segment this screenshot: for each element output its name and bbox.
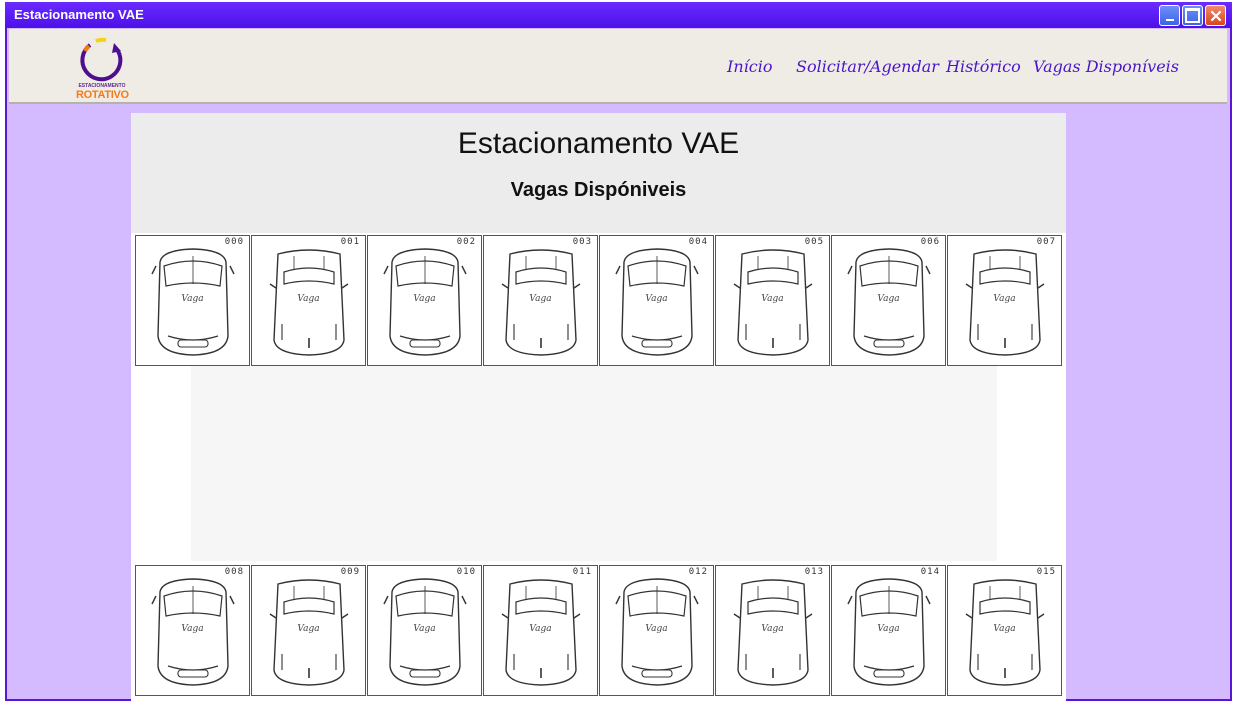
parking-spot[interactable]: 012 Vaga [599,565,714,696]
parking-spot[interactable]: 005 Vaga [715,235,830,366]
spot-label: Vaga [297,294,320,304]
parking-spot[interactable]: 014 Vaga [831,565,946,696]
parking-spot[interactable]: 003 Vaga [483,235,598,366]
app-window: Estacionamento VAE ESTACIONAMENTO ROTATI… [5,2,1232,701]
spot-label: Vaga [413,624,436,634]
spot-number: 001 [340,237,360,247]
title-bar[interactable]: Estacionamento VAE [5,2,1232,28]
spot-label: Vaga [645,294,668,304]
parking-spot[interactable]: 013 Vaga [715,565,830,696]
parking-spot[interactable]: 006 Vaga [831,235,946,366]
nav-link-solicitar-agendar[interactable]: Solicitar/Agendar [796,57,939,76]
spot-label: Vaga [877,294,900,304]
spot-number: 002 [456,237,476,247]
spot-number: 010 [456,567,476,577]
parking-lane [191,366,997,561]
parking-spot[interactable]: 004 Vaga [599,235,714,366]
spot-label: Vaga [761,624,784,634]
close-button[interactable] [1205,5,1226,26]
close-icon [1210,10,1221,21]
window-title: Estacionamento VAE [14,7,144,22]
parking-row-bottom: 008 Vaga 009 Vaga 010 Vaga 011 Vaga 012 Vaga 013 Va… [135,565,1063,696]
parking-spot[interactable]: 002 Vaga [367,235,482,366]
parking-spot[interactable]: 001 Vaga [251,235,366,366]
spot-label: Vaga [761,294,784,304]
logo[interactable]: ESTACIONAMENTO ROTATIVO [76,37,129,101]
spot-number: 004 [688,237,708,247]
spot-number: 012 [688,567,708,577]
rotation-logo-icon [80,37,123,82]
spot-label: Vaga [877,624,900,634]
parking-row-top: 000 Vaga 001 Vaga 002 Vaga 003 Vaga 004 Vaga 005 Va… [135,235,1063,366]
parking-spot[interactable]: 011 Vaga [483,565,598,696]
spot-number: 005 [804,237,824,247]
spot-label: Vaga [993,624,1016,634]
parking-spot[interactable]: 009 Vaga [251,565,366,696]
spot-label: Vaga [181,294,204,304]
spot-number: 011 [572,567,592,577]
spot-number: 007 [1036,237,1056,247]
spot-label: Vaga [297,624,320,634]
minimize-button[interactable] [1159,5,1180,26]
spot-label: Vaga [413,294,436,304]
spot-label: Vaga [181,624,204,634]
parking-spot[interactable]: 008 Vaga [135,565,250,696]
spot-number: 000 [224,237,244,247]
nav-link-vagas-disponiveis[interactable]: Vagas Disponíveis [1033,57,1179,76]
spot-label: Vaga [529,624,552,634]
spot-number: 006 [920,237,940,247]
spot-number: 014 [920,567,940,577]
spot-number: 003 [572,237,592,247]
nav-link-inicio[interactable]: Início [727,57,772,76]
spot-number: 015 [1036,567,1056,577]
spot-label: Vaga [993,294,1016,304]
spot-number: 009 [340,567,360,577]
navbar: ESTACIONAMENTO ROTATIVO Início Solicitar… [9,29,1227,104]
content-header: Estacionamento VAE Vagas Dispóniveis [131,113,1066,233]
parking-spot[interactable]: 010 Vaga [367,565,482,696]
spot-label: Vaga [529,294,552,304]
spot-label: Vaga [645,624,668,634]
page-title: Estacionamento VAE [457,127,740,160]
logo-text-bottom: ROTATIVO [76,89,129,101]
parking-spot[interactable]: 007 Vaga [947,235,1062,366]
spot-number: 008 [224,567,244,577]
spot-number: 013 [804,567,824,577]
maximize-button[interactable] [1182,5,1203,26]
nav-link-historico[interactable]: Histórico [946,57,1021,76]
parking-spot[interactable]: 015 Vaga [947,565,1062,696]
parking-spot[interactable]: 000 Vaga [135,235,250,366]
main-content: Estacionamento VAE Vagas Dispóniveis 000… [131,113,1066,701]
page-subtitle: Vagas Dispóniveis [510,179,687,201]
